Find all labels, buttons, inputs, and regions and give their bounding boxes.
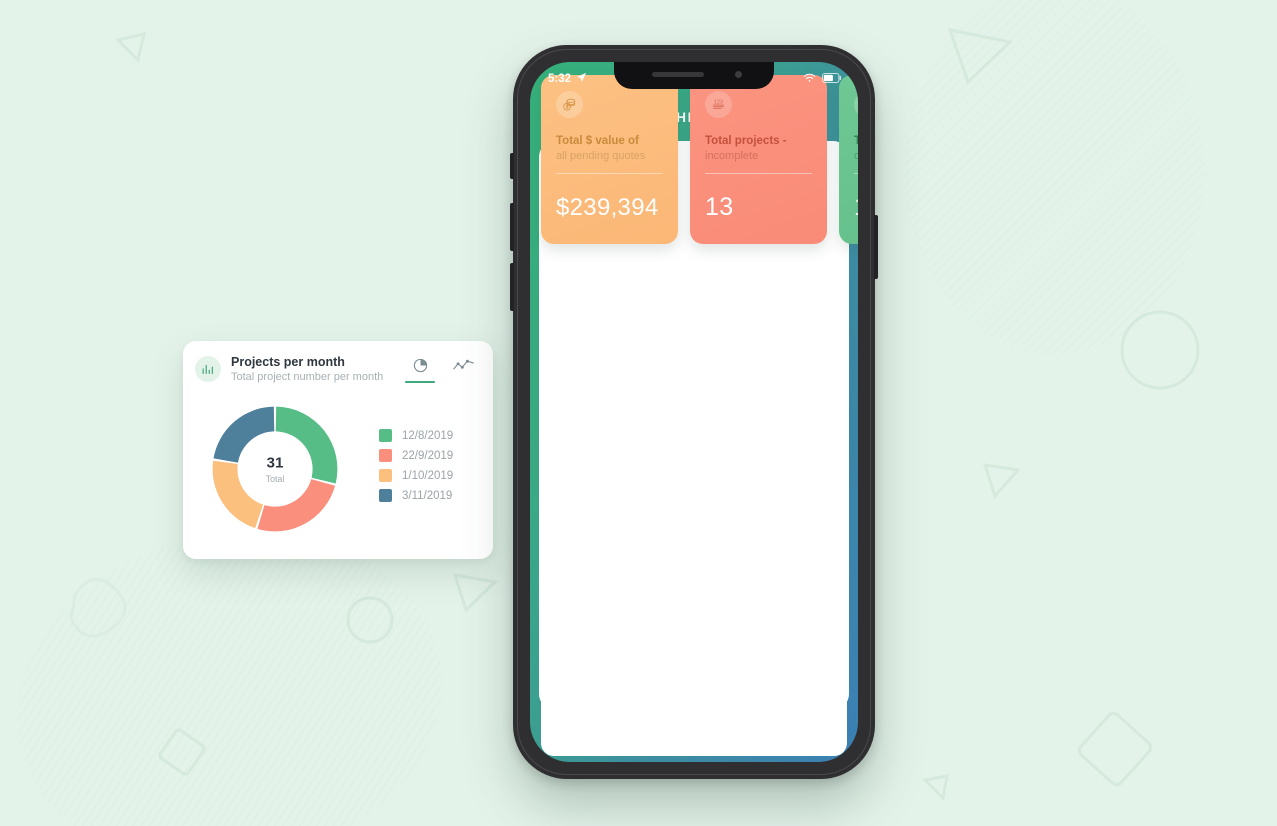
phone-screen: 5:32 Total $ value of all pending quotes… (530, 62, 858, 762)
legend-item: 3/11/2019 (379, 489, 453, 502)
donut-chart-card: Projects per month Total project number … (183, 341, 493, 559)
numbered-list-icon: 123 (705, 91, 732, 118)
legend-swatch (379, 469, 392, 482)
stat-card-value: 13 (854, 193, 858, 222)
phone-volume-up-button[interactable] (510, 203, 514, 251)
dollar-icon[interactable] (726, 724, 746, 748)
legend-swatch (379, 429, 392, 442)
donut-legend: 12/8/2019 22/9/2019 1/10/2019 3/11/2019 (379, 429, 453, 509)
building-icon[interactable] (644, 725, 664, 747)
dashboard-gauge-icon[interactable] (561, 725, 583, 747)
donut-chart: 31 Total (212, 406, 338, 532)
coins-icon (556, 91, 583, 118)
stat-card-3[interactable]: 123 Total projects - complete 13 (839, 75, 858, 244)
stat-card-divider (556, 172, 663, 174)
stat-card-1[interactable]: Total $ value of all pending quotes $239,3… (541, 75, 678, 244)
toggle-line-underline (449, 381, 479, 383)
legend-swatch (379, 489, 392, 502)
chart-type-toggle-group (405, 357, 479, 383)
legend-swatch (379, 449, 392, 462)
stat-card-value: $239,394 (556, 194, 659, 221)
phone-mockup: 5:32 Total $ value of all pending quotes… (510, 45, 878, 779)
phone-mute-button[interactable] (510, 153, 514, 179)
stat-card-divider (705, 172, 812, 174)
phone-power-button[interactable] (874, 215, 878, 279)
numbered-list-icon: 123 (854, 91, 858, 118)
donut-card-subtitle: Total project number per month (231, 371, 384, 383)
stat-card-label-secondary: all pending quotes (556, 150, 646, 163)
toggle-pie-chart[interactable] (405, 357, 435, 383)
phone-notch (614, 62, 774, 89)
person-icon[interactable] (807, 725, 827, 747)
stat-card-divider (854, 172, 858, 174)
earpiece-speaker (652, 72, 704, 77)
donut-slice (213, 406, 275, 463)
stat-card-label-primary: Total projects - (705, 135, 787, 147)
phone-volume-down-button[interactable] (510, 263, 514, 311)
home-indicator (671, 714, 717, 718)
stat-card-label-primary: Total $ value of (556, 135, 639, 147)
donut-card-header: Projects per month Total project number … (183, 341, 493, 383)
legend-label: 3/11/2019 (402, 489, 453, 502)
donut-chart-body: 31 Total 12/8/2019 22/9/2019 1/10/2019 3/11/… (183, 383, 493, 549)
stat-card-label-secondary: complete (854, 150, 858, 163)
stat-card-label-secondary: incomplete (705, 150, 759, 163)
stat-card-2[interactable]: 123 Total projects - incomplete 13 (690, 75, 827, 244)
location-arrow-icon (576, 72, 587, 86)
stat-card-row: Total $ value of all pending quotes $239,3… (541, 75, 858, 244)
bar-chart-icon (195, 356, 221, 382)
legend-label: 1/10/2019 (402, 469, 454, 482)
donut-center-value: 31 (267, 454, 284, 471)
toggle-pie-underline (405, 381, 435, 383)
wifi-icon (803, 73, 816, 86)
donut-slice (212, 460, 264, 529)
legend-item: 22/9/2019 (379, 449, 453, 462)
legend-item: 1/10/2019 (379, 469, 453, 482)
donut-card-title: Projects per month (231, 355, 345, 369)
donut-slice (275, 406, 338, 484)
donut-center-label: Total (266, 474, 285, 484)
stat-card-label-primary: Total projects - (854, 135, 858, 147)
legend-label: 22/9/2019 (402, 449, 454, 462)
toggle-line-chart[interactable] (449, 357, 479, 383)
battery-icon (822, 72, 842, 86)
legend-item: 12/8/2019 (379, 429, 453, 442)
legend-label: 12/8/2019 (402, 429, 454, 442)
stat-card-value: 13 (705, 193, 734, 221)
status-bar-time: 5:32 (548, 73, 572, 85)
donut-slice (257, 479, 336, 532)
front-camera (735, 71, 742, 78)
